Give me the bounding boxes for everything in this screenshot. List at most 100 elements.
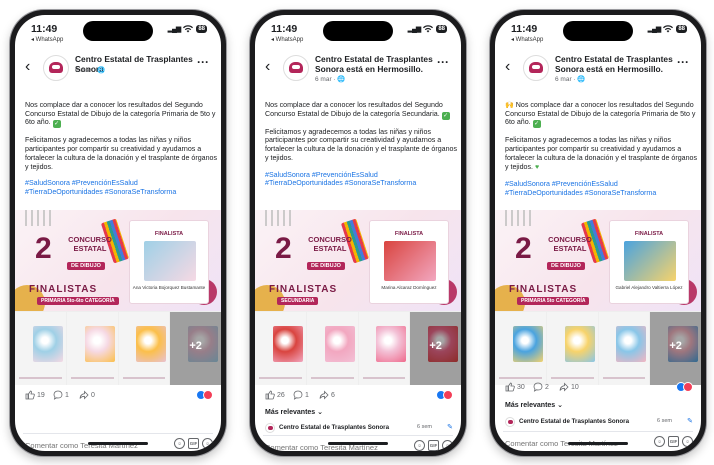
status-bar: 11:49 ◂ WhatsApp ▂▄▆ 88 [15, 15, 221, 47]
page-avatar[interactable] [43, 55, 69, 81]
like-icon [265, 390, 275, 400]
share-button[interactable]: 0 [79, 390, 95, 400]
main-photo[interactable]: 2 CONCURSO ESTATAL DE DIBUJO FINALISTAS … [495, 210, 701, 311]
hashtags-line-1[interactable]: #SaludSonora #PrevenciónEsSalud [505, 180, 618, 188]
comment-time: 6 sem [417, 424, 432, 430]
signal-icon: ▂▄▆ [647, 26, 662, 33]
facebook-post-screen: 11:49 ◂ WhatsApp ▂▄▆ 88 ‹ Centro Estatal… [495, 15, 701, 451]
photo-thumbnail[interactable] [495, 312, 546, 385]
share-button[interactable]: 6 [319, 390, 335, 400]
love-reaction-icon [683, 382, 693, 392]
photo-thumbnail[interactable] [66, 312, 118, 385]
photo-thumbnail[interactable] [306, 312, 358, 385]
comment-avatar [265, 423, 275, 433]
status-bar: 11:49 ◂ WhatsApp ▂▄▆ 88 [495, 15, 701, 47]
more-photos-count[interactable]: +2 [410, 340, 461, 352]
battery-icon: 88 [676, 25, 687, 33]
photo-thumbnail[interactable] [118, 312, 170, 385]
comments-count: 1 [65, 391, 69, 399]
more-options-icon[interactable]: ··· [197, 55, 209, 69]
post-date: 6 mar · 🌐 [75, 67, 106, 74]
back-to-app-link[interactable]: ◂ WhatsApp [511, 36, 543, 43]
like-button[interactable]: 26 [265, 390, 285, 400]
more-options-icon[interactable]: ··· [437, 55, 449, 69]
page-avatar[interactable] [523, 55, 549, 81]
photo-thumbnail[interactable]: +2 [170, 312, 221, 385]
emoji-icon[interactable]: ☺ [202, 438, 213, 449]
photo-thumbnail[interactable] [358, 312, 410, 385]
poster-finalistas: FINALISTAS [269, 284, 338, 295]
post-intro: Nos complace dar a conocer los resultado… [25, 101, 216, 129]
post-text: Nos complace dar a conocer los resultado… [25, 101, 221, 205]
back-arrow-icon[interactable]: ‹ [505, 58, 510, 76]
poster-concurso: CONCURSO ESTATAL [308, 235, 352, 253]
drawing-image [616, 326, 647, 362]
back-arrow-icon[interactable]: ‹ [25, 58, 30, 76]
back-to-app-link[interactable]: ◂ WhatsApp [31, 36, 63, 43]
photo-thumbnail[interactable]: +2 [410, 312, 461, 385]
photo-thumbnail[interactable] [598, 312, 650, 385]
hashtags-line-2[interactable]: #TierraDeOportunidades #SonoraSeTransfor… [505, 189, 656, 197]
gif-icon[interactable]: GIF [428, 440, 439, 451]
comment-preview[interactable]: Centro Estatal de Trasplantes Sonora 6 s… [265, 423, 453, 435]
avatar-sticker-icon[interactable]: ☺ [654, 436, 665, 447]
reaction-badges[interactable] [436, 390, 453, 400]
wifi-icon [663, 25, 674, 33]
shares-count: 10 [571, 383, 579, 391]
facebook-post-screen: 11:49 ◂ WhatsApp ▂▄▆ 88 ‹ Centro Estatal… [255, 15, 461, 451]
avatar-sticker-icon[interactable]: ☺ [414, 440, 425, 451]
photo-grid[interactable]: 2 CONCURSO ESTATAL DE DIBUJO FINALISTAS … [255, 210, 461, 385]
like-button[interactable]: 19 [25, 390, 45, 400]
hashtags-line-1[interactable]: #SaludSonora #PrevenciónEsSalud [265, 171, 378, 179]
photo-thumbnail[interactable]: +2 [650, 312, 701, 385]
comment-button[interactable]: 1 [53, 390, 69, 400]
phone-frame: 11:49 ◂ WhatsApp ▂▄▆ 88 ‹ Centro Estatal… [490, 10, 706, 456]
photo-thumbnail[interactable] [255, 312, 306, 385]
comment-button[interactable]: 1 [293, 390, 309, 400]
comment-author[interactable]: Centro Estatal de Trasplantes Sonora [279, 424, 389, 431]
emoji-icon[interactable]: ☺ [682, 436, 693, 447]
poster-number: 2 [515, 232, 532, 265]
post-intro: Nos complace dar a conocer los resultado… [265, 101, 450, 120]
photo-thumbnail[interactable] [546, 312, 598, 385]
most-relevant-filter[interactable]: Más relevantes ⌄ [505, 401, 563, 409]
most-relevant-filter[interactable]: Más relevantes ⌄ [265, 408, 323, 416]
avatar-sticker-icon[interactable]: ☺ [174, 438, 185, 449]
status-time: 11:49 [511, 23, 538, 35]
gif-icon[interactable]: GIF [668, 436, 679, 447]
thumbnail-row: +2 [255, 312, 461, 385]
hashtags-line-1[interactable]: #SaludSonora #PrevenciónEsSalud [25, 179, 138, 187]
poster-concurso: CONCURSO ESTATAL [548, 235, 592, 253]
post-text: Nos complace dar a conocer los resultado… [265, 101, 461, 196]
photo-thumbnail[interactable] [15, 312, 66, 385]
back-to-app-link[interactable]: ◂ WhatsApp [271, 36, 303, 43]
drawing-image [84, 326, 115, 362]
comment-input[interactable] [23, 439, 143, 451]
comment-preview[interactable]: Centro Estatal de Trasplantes Sonora 6 s… [505, 417, 693, 429]
photo-grid[interactable]: 2 CONCURSO ESTATAL DE DIBUJO FINALISTAS … [495, 210, 701, 385]
share-button[interactable]: 10 [559, 382, 579, 392]
more-photos-count[interactable]: +2 [170, 340, 221, 352]
page-name[interactable]: Centro Estatal de Trasplantes Sonora est… [315, 54, 437, 74]
photo-grid[interactable]: 2 CONCURSO ESTATAL DE DIBUJO FINALISTAS … [15, 210, 221, 385]
reaction-badges[interactable] [196, 390, 213, 400]
dynamic-island [323, 21, 393, 41]
more-options-icon[interactable]: ··· [677, 55, 689, 69]
emoji-icon[interactable]: ☺ [442, 440, 453, 451]
comment-author[interactable]: Centro Estatal de Trasplantes Sonora [519, 418, 629, 425]
main-photo[interactable]: 2 CONCURSO ESTATAL DE DIBUJO FINALISTAS … [255, 210, 461, 311]
back-arrow-icon[interactable]: ‹ [265, 58, 270, 76]
comment-icon [53, 390, 63, 400]
edit-pencil-icon: ✎ [687, 418, 693, 425]
gif-icon[interactable]: GIF [188, 438, 199, 449]
divider [122, 377, 166, 379]
hashtags-line-2[interactable]: #TierraDeOportunidades #SonoraSeTransfor… [265, 179, 416, 187]
main-photo[interactable]: 2 CONCURSO ESTATAL DE DIBUJO FINALISTAS … [15, 210, 221, 311]
hashtags-line-2[interactable]: #TierraDeOportunidades #SonoraSeTransfor… [25, 188, 176, 196]
page-avatar[interactable] [283, 55, 309, 81]
page-name[interactable]: Centro Estatal de Trasplantes Sonora est… [555, 54, 677, 74]
more-photos-count[interactable]: +2 [650, 340, 701, 352]
reaction-badges[interactable] [676, 382, 693, 392]
comment-button[interactable]: 2 [533, 382, 549, 392]
like-button[interactable]: 30 [505, 382, 525, 392]
